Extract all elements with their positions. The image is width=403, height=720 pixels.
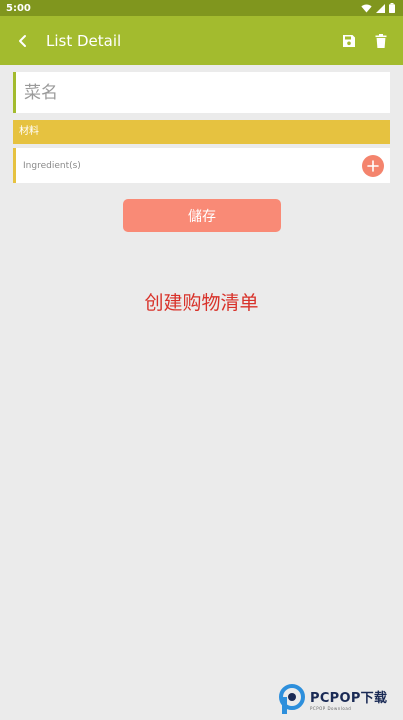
watermark-brand: PCPOP下载 (310, 691, 388, 706)
app-bar: List Detail (0, 16, 403, 65)
save-button[interactable]: 儲存 (123, 199, 281, 232)
pcpop-logo-icon (279, 684, 305, 714)
delete-toolbar-button[interactable] (365, 16, 397, 65)
wifi-icon (361, 4, 372, 13)
status-icons (361, 3, 395, 13)
battery-icon (389, 3, 395, 13)
trash-icon (375, 33, 387, 48)
materials-label: 材料 (19, 126, 39, 137)
create-shopping-list-label: 创建购物清单 (144, 292, 259, 314)
ingredient-row (13, 148, 390, 183)
watermark: PCPOP下载 PCPOP Download (279, 682, 403, 716)
floppy-disk-icon (343, 34, 355, 47)
plus-icon (367, 159, 379, 172)
status-bar: 5:00 (0, 0, 403, 16)
save-toolbar-button[interactable] (333, 16, 365, 65)
materials-header: 材料 (13, 120, 390, 144)
status-time: 5:00 (6, 2, 31, 14)
back-button[interactable] (0, 16, 46, 65)
signal-icon (376, 3, 385, 13)
ingredient-input[interactable] (23, 160, 362, 171)
page-title: List Detail (46, 31, 122, 50)
chevron-left-icon (19, 34, 26, 47)
watermark-sub: PCPOP Download (310, 706, 352, 711)
dish-name-card (13, 72, 390, 113)
add-ingredient-button[interactable] (362, 154, 384, 177)
dish-name-input[interactable] (24, 82, 390, 103)
